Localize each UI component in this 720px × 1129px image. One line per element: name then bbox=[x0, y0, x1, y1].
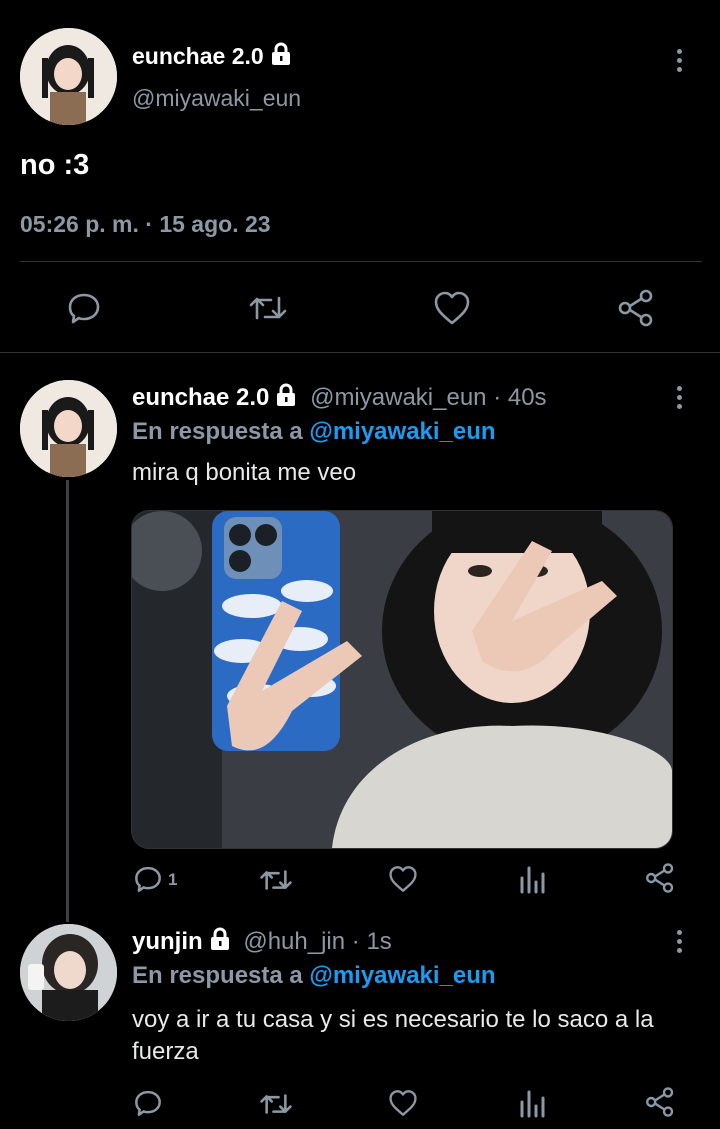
reply-to-link[interactable]: @miyawaki_eun bbox=[309, 962, 495, 989]
handle[interactable]: @miyawaki_eun bbox=[310, 384, 486, 411]
retweet-icon[interactable] bbox=[248, 292, 288, 324]
lock-icon bbox=[271, 42, 290, 65]
avatar-image bbox=[20, 28, 117, 125]
reply-icon[interactable] bbox=[66, 290, 102, 326]
reply-header: eunchae 2.0 @miyawaki_eun · 40s bbox=[132, 383, 547, 413]
thread-line bbox=[66, 480, 69, 922]
reply-icon[interactable] bbox=[133, 1088, 163, 1118]
share-icon[interactable] bbox=[644, 1086, 676, 1118]
retweet-icon[interactable] bbox=[259, 866, 293, 894]
reply-prefix: En respuesta a bbox=[132, 418, 303, 445]
divider bbox=[0, 352, 720, 353]
avatar-image bbox=[20, 924, 117, 1021]
retweet-icon[interactable] bbox=[259, 1090, 293, 1118]
share-icon[interactable] bbox=[644, 862, 676, 894]
tweet-image[interactable] bbox=[131, 510, 673, 849]
reply-context: En respuesta a @miyawaki_eun bbox=[132, 961, 496, 991]
more-icon[interactable] bbox=[677, 49, 683, 76]
lock-icon bbox=[277, 383, 296, 406]
reply-context: En respuesta a @miyawaki_eun bbox=[132, 417, 496, 447]
more-icon[interactable] bbox=[677, 386, 683, 413]
time: · 1s bbox=[351, 928, 392, 955]
tweet-text: no :3 bbox=[20, 149, 90, 181]
like-icon[interactable] bbox=[388, 865, 418, 893]
avatar[interactable] bbox=[20, 924, 117, 1021]
display-name[interactable]: yunjin bbox=[132, 928, 203, 955]
lock-icon bbox=[210, 927, 229, 950]
reply-icon[interactable] bbox=[133, 864, 163, 894]
avatar[interactable] bbox=[20, 380, 117, 477]
reply-prefix: En respuesta a bbox=[132, 962, 303, 989]
display-name-text: eunchae 2.0 bbox=[132, 43, 264, 69]
like-icon[interactable] bbox=[388, 1089, 418, 1117]
timestamp[interactable]: 05:26 p. m. · 15 ago. 23 bbox=[20, 210, 271, 238]
tweet-text: mira q bonita me veo bbox=[132, 459, 357, 486]
handle[interactable]: @miyawaki_eun bbox=[132, 84, 301, 112]
time: · 40s bbox=[493, 384, 547, 411]
handle[interactable]: @huh_jin bbox=[243, 928, 345, 955]
reply-count: 1 bbox=[168, 870, 178, 889]
share-icon[interactable] bbox=[616, 288, 656, 328]
analytics-icon[interactable] bbox=[518, 1088, 546, 1118]
tweet-text: voy a ir a tu casa y si es necesario te … bbox=[132, 1006, 654, 1065]
more-icon[interactable] bbox=[677, 930, 683, 957]
reply-header: yunjin @huh_jin · 1s bbox=[132, 927, 392, 957]
avatar-image bbox=[20, 380, 117, 477]
display-name[interactable]: eunchae 2.0 bbox=[132, 384, 269, 411]
display-name[interactable]: eunchae 2.0 bbox=[132, 42, 292, 70]
like-icon[interactable] bbox=[433, 290, 471, 326]
photo bbox=[132, 511, 672, 848]
analytics-icon[interactable] bbox=[518, 864, 546, 894]
avatar[interactable] bbox=[20, 28, 117, 125]
reply-to-link[interactable]: @miyawaki_eun bbox=[309, 418, 495, 445]
divider bbox=[20, 261, 702, 262]
